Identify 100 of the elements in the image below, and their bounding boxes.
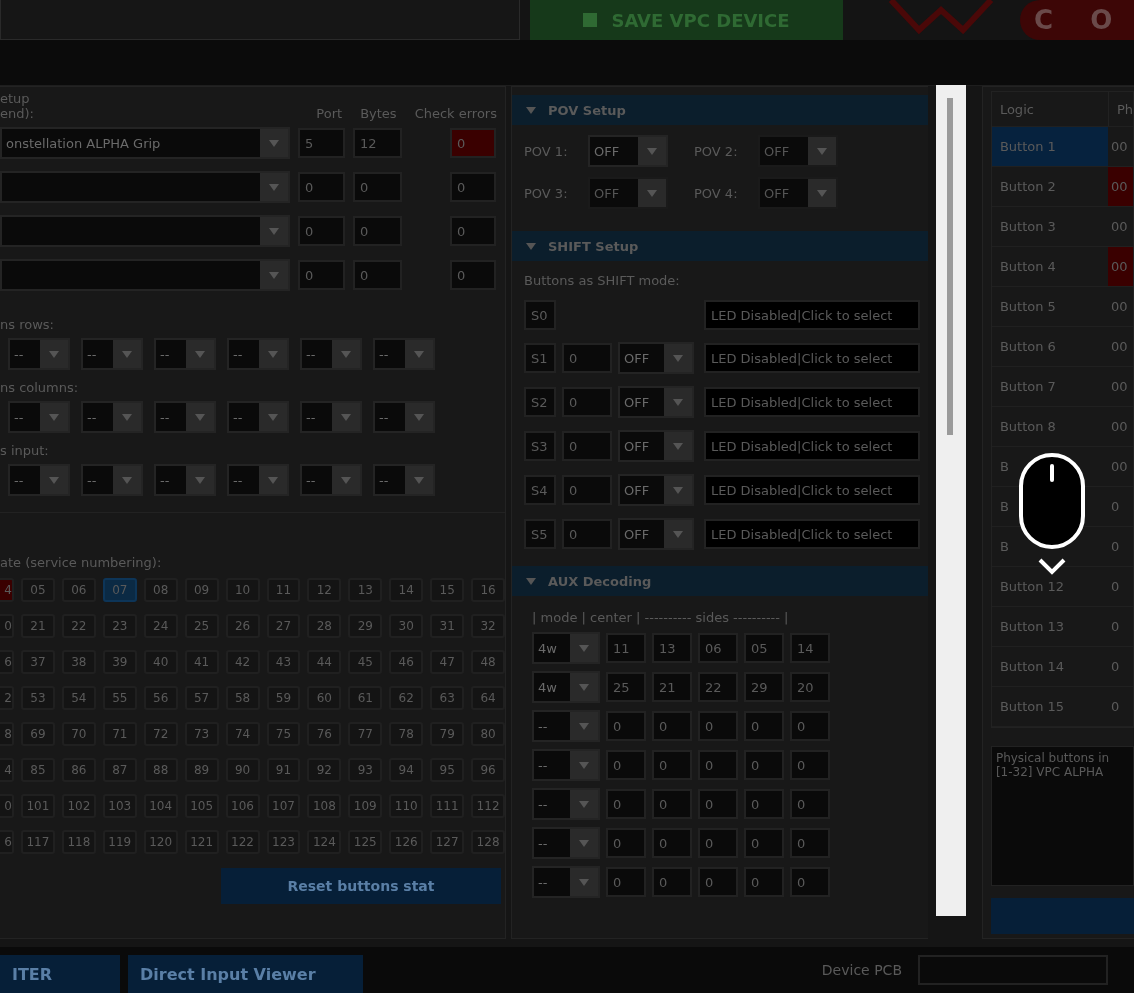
panel-button[interactable] [990,898,1134,934]
dropdown[interactable]: -- [8,401,70,433]
aux-value-field[interactable]: 0 [606,789,646,819]
aux-value-field[interactable]: 21 [652,672,692,702]
led-select-field[interactable]: LED Disabled|Click to select [704,300,921,330]
aux-value-field[interactable]: 25 [606,672,646,702]
led-select-field[interactable]: LED Disabled|Click to select [704,387,921,417]
logic-row[interactable]: Button 1 [991,127,1108,166]
logic-row[interactable]: Button 14 [991,647,1108,686]
logic-row[interactable]: Button 2 [991,167,1108,206]
aux-value-field[interactable]: 0 [744,711,784,741]
aux-value-field[interactable]: 0 [790,711,830,741]
aux-value-field[interactable]: 0 [606,711,646,741]
shift-mode-dropdown[interactable]: OFF [618,430,694,462]
led-select-field[interactable]: LED Disabled|Click to select [704,431,921,461]
aux-value-field[interactable]: 06 [698,633,738,663]
logic-row[interactable]: Button 7 [991,367,1108,406]
aux-value-field[interactable]: 29 [744,672,784,702]
logic-row[interactable]: Button 4 [991,247,1108,286]
aux-value-field[interactable]: 22 [698,672,738,702]
port-field[interactable]: 0 [298,216,345,246]
led-select-field[interactable]: LED Disabled|Click to select [704,475,921,505]
logic-row[interactable]: Button 5 [991,287,1108,326]
aux-value-field[interactable]: 0 [790,789,830,819]
aux-value-field[interactable]: 0 [744,789,784,819]
aux-mode-dropdown[interactable]: -- [532,866,600,898]
dropdown[interactable]: -- [154,401,216,433]
aux-value-field[interactable]: 0 [698,828,738,858]
pcb-field[interactable] [918,955,1108,985]
aux-value-field[interactable]: 11 [606,633,646,663]
led-select-field[interactable]: LED Disabled|Click to select [704,519,921,549]
aux-mode-dropdown[interactable]: 4w [532,671,600,703]
dropdown[interactable]: -- [227,401,289,433]
bottom-button[interactable]: ITER [0,955,120,993]
aux-value-field[interactable]: 0 [744,750,784,780]
dropdown[interactable]: -- [300,338,362,370]
dropdown[interactable]: -- [154,338,216,370]
device-dropdown[interactable]: onstellation ALPHA Grip [0,127,290,159]
aux-value-field[interactable]: 0 [790,867,830,897]
dropdown[interactable]: -- [81,464,143,496]
logic-row[interactable]: Button 15 [991,687,1108,726]
aux-mode-dropdown[interactable]: 4w [532,632,600,664]
aux-value-field[interactable]: 0 [744,867,784,897]
port-field[interactable]: 5 [298,128,345,158]
device-dropdown[interactable] [0,171,290,203]
aux-value-field[interactable]: 13 [652,633,692,663]
aux-value-field[interactable]: 0 [744,828,784,858]
logic-row[interactable]: Button 8 [991,407,1108,446]
dropdown[interactable]: -- [373,464,435,496]
aux-value-field[interactable]: 20 [790,672,830,702]
bytes-field[interactable]: 0 [353,216,402,246]
top-field[interactable] [0,0,520,40]
aux-mode-dropdown[interactable]: -- [532,827,600,859]
device-dropdown[interactable] [0,215,290,247]
dropdown[interactable]: -- [81,401,143,433]
dropdown[interactable]: -- [300,401,362,433]
logic-row[interactable]: Button 13 [991,607,1108,646]
dropdown[interactable]: -- [227,464,289,496]
shift-value-field[interactable]: 0 [562,387,612,417]
aux-value-field[interactable]: 0 [790,828,830,858]
logic-row[interactable]: Button 3 [991,207,1108,246]
brand-button[interactable]: C O [1020,0,1134,40]
port-field[interactable]: 0 [298,260,345,290]
aux-value-field[interactable]: 0 [790,750,830,780]
shift-mode-dropdown[interactable]: OFF [618,518,694,550]
shift-mode-dropdown[interactable]: OFF [618,342,694,374]
dropdown[interactable]: -- [8,464,70,496]
shift-mode-dropdown[interactable]: OFF [618,386,694,418]
aux-value-field[interactable]: 05 [744,633,784,663]
scrollbar-track[interactable] [936,85,966,916]
logic-row[interactable]: Button 6 [991,327,1108,366]
dropdown[interactable]: -- [8,338,70,370]
shift-value-field[interactable]: 0 [562,343,612,373]
aux-value-field[interactable]: 0 [652,711,692,741]
shift-value-field[interactable]: 0 [562,475,612,505]
aux-value-field[interactable]: 0 [698,750,738,780]
aux-value-field[interactable]: 0 [606,867,646,897]
aux-value-field[interactable]: 0 [652,867,692,897]
dropdown[interactable]: -- [227,338,289,370]
dropdown[interactable]: -- [373,338,435,370]
aux-value-field[interactable]: 0 [606,750,646,780]
aux-value-field[interactable]: 14 [790,633,830,663]
aux-value-field[interactable]: 0 [652,828,692,858]
device-dropdown[interactable] [0,259,290,291]
reset-button[interactable]: Reset buttons stat [221,868,501,904]
aux-value-field[interactable]: 0 [698,789,738,819]
aux-value-field[interactable]: 0 [698,867,738,897]
led-select-field[interactable]: LED Disabled|Click to select [704,343,921,373]
bytes-field[interactable]: 0 [353,172,402,202]
aux-mode-dropdown[interactable]: -- [532,749,600,781]
bottom-button[interactable]: Direct Input Viewer [128,955,363,993]
dropdown[interactable]: -- [373,401,435,433]
dropdown[interactable]: -- [154,464,216,496]
aux-value-field[interactable]: 0 [606,828,646,858]
shift-value-field[interactable]: 0 [562,519,612,549]
aux-value-field[interactable]: 0 [698,711,738,741]
aux-mode-dropdown[interactable]: -- [532,710,600,742]
port-field[interactable]: 0 [298,172,345,202]
dropdown[interactable]: -- [81,338,143,370]
bytes-field[interactable]: 0 [353,260,402,290]
